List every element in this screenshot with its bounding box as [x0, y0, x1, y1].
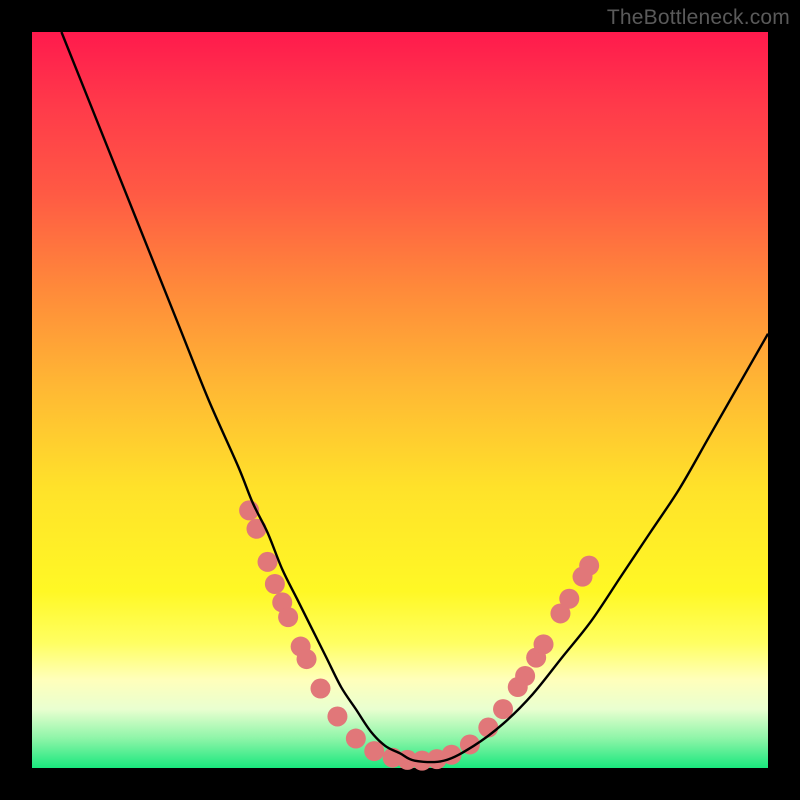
markers-group: [239, 500, 599, 770]
data-marker: [311, 679, 331, 699]
data-marker: [515, 666, 535, 686]
data-marker: [265, 574, 285, 594]
data-marker: [559, 589, 579, 609]
data-marker: [346, 729, 366, 749]
data-marker: [297, 649, 317, 669]
watermark-text: TheBottleneck.com: [607, 6, 790, 30]
data-marker: [278, 607, 298, 627]
data-marker: [258, 552, 278, 572]
curve-path: [61, 32, 768, 762]
chart-frame: TheBottleneck.com: [0, 0, 800, 800]
plot-area: [32, 32, 768, 768]
data-marker: [579, 556, 599, 576]
chart-svg: [32, 32, 768, 768]
data-marker: [534, 634, 554, 654]
data-marker: [327, 706, 347, 726]
